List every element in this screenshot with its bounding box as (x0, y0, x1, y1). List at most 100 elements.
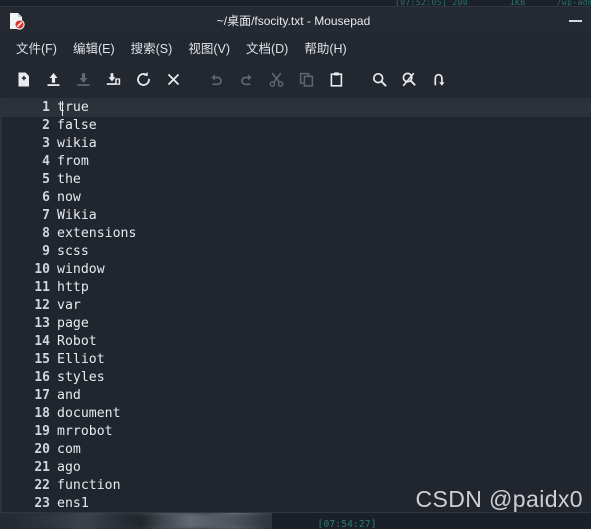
cut-icon[interactable] (261, 65, 291, 95)
line-text[interactable]: and (56, 387, 81, 405)
new-document-icon[interactable] (8, 65, 38, 95)
editor-line[interactable]: 13 page (2, 315, 591, 333)
line-text[interactable]: the (56, 171, 81, 189)
goto-line-icon[interactable] (424, 65, 454, 95)
line-number: 6 (42, 190, 50, 205)
editor-line[interactable]: 2 false (2, 117, 591, 135)
search-icon[interactable] (364, 65, 394, 95)
line-number: 1 (42, 100, 50, 115)
line-number: 12 (34, 298, 50, 313)
close-icon[interactable] (158, 65, 188, 95)
open-file-icon[interactable] (38, 65, 68, 95)
save-as-icon[interactable] (98, 65, 128, 95)
line-number: 14 (34, 334, 50, 349)
editor-line[interactable]: 8 extensions (2, 225, 591, 243)
line-text[interactable]: styles (56, 369, 105, 387)
text-caret (62, 101, 63, 116)
background-blurred-image-overlay (0, 513, 272, 529)
copy-icon[interactable] (291, 65, 321, 95)
line-number: 19 (34, 424, 50, 439)
menu-help[interactable]: 帮助(H) (296, 35, 354, 60)
menu-document[interactable]: 文档(D) (238, 35, 296, 60)
editor-line[interactable]: 20 com (2, 441, 591, 459)
line-text[interactable]: mrrobot (56, 423, 113, 441)
editor-line[interactable]: 1 true (2, 99, 591, 117)
undo-icon[interactable] (201, 65, 231, 95)
editor-line[interactable]: 23 ens1 (2, 495, 591, 512)
toolbar-separator (188, 65, 201, 95)
line-text[interactable]: window (56, 261, 105, 279)
editor-line[interactable]: 9 scss (2, 243, 591, 261)
line-text[interactable]: function (56, 477, 121, 495)
line-text[interactable]: wikia (56, 135, 97, 153)
editor-line[interactable]: 16 styles (2, 369, 591, 387)
line-number: 7 (42, 208, 50, 223)
window-titlebar[interactable]: ~/桌面/fsocity.txt - Mousepad (0, 7, 591, 34)
editor-line[interactable]: 14 Robot (2, 333, 591, 351)
line-number: 15 (34, 352, 50, 367)
line-text[interactable]: from (56, 153, 89, 171)
line-number: 23 (34, 496, 50, 511)
editor-line[interactable]: 5 the (2, 171, 591, 189)
menu-edit[interactable]: 编辑(E) (65, 35, 123, 60)
line-text[interactable]: extensions (56, 225, 136, 243)
paste-icon[interactable] (321, 65, 351, 95)
editor-line[interactable]: 3 wikia (2, 135, 591, 153)
menu-view[interactable]: 视图(V) (180, 35, 238, 60)
line-number: 13 (34, 316, 50, 331)
line-number: 9 (42, 244, 50, 259)
line-text[interactable]: true (56, 99, 89, 117)
editor-line[interactable]: 22 function (2, 477, 591, 495)
background-terminal-line: [07:54:28] 405 2B /xmlrpc.php (282, 520, 383, 529)
line-text[interactable]: false (56, 117, 97, 135)
editor-line[interactable]: 11 http (2, 279, 591, 297)
line-number: 17 (34, 388, 50, 403)
menu-search[interactable]: 搜索(S) (123, 35, 181, 60)
line-text[interactable]: now (56, 189, 81, 207)
line-number: 11 (34, 280, 50, 295)
editor-line[interactable]: 10 window (2, 261, 591, 279)
editor-line[interactable]: 17 and (2, 387, 591, 405)
line-number: 3 (42, 136, 50, 151)
save-file-icon[interactable] (68, 65, 98, 95)
line-number: 4 (42, 154, 50, 169)
editor-line[interactable]: 7 Wikia (2, 207, 591, 225)
line-number: 22 (34, 478, 50, 493)
line-text[interactable]: http (56, 279, 89, 297)
line-text[interactable]: page (56, 315, 89, 333)
line-text[interactable]: scss (56, 243, 89, 261)
line-number: 8 (42, 226, 50, 241)
find-replace-icon[interactable] (394, 65, 424, 95)
line-number: 18 (34, 406, 50, 421)
line-number: 5 (42, 172, 50, 187)
toolbar (0, 61, 591, 99)
mousepad-window: ~/桌面/fsocity.txt - Mousepad 文件(F) 编辑(E) … (0, 6, 591, 513)
line-text[interactable]: var (56, 297, 81, 315)
editor-line[interactable]: 19 mrrobot (2, 423, 591, 441)
editor-line[interactable]: 4 from (2, 153, 591, 171)
editor-line[interactable]: 15 Elliot (2, 351, 591, 369)
line-text[interactable]: ago (56, 459, 81, 477)
line-text[interactable]: Elliot (56, 351, 105, 369)
menubar: 文件(F) 编辑(E) 搜索(S) 视图(V) 文档(D) 帮助(H) (0, 34, 591, 61)
reload-icon[interactable] (128, 65, 158, 95)
editor-lines[interactable]: 1 true 2 false 3 wikia 4 from 5 the 6 now 7 Wikia 8 ext… (2, 99, 591, 512)
menu-file[interactable]: 文件(F) (8, 35, 65, 60)
line-text[interactable]: com (56, 441, 81, 459)
toolbar-separator (351, 65, 364, 95)
redo-icon[interactable] (231, 65, 261, 95)
editor-line[interactable]: 12 var (2, 297, 591, 315)
line-text[interactable]: ens1 (56, 495, 89, 512)
line-text[interactable]: Robot (56, 333, 97, 351)
line-number: 10 (34, 262, 50, 277)
window-title: ~/桌面/fsocity.txt - Mousepad (216, 14, 371, 28)
document-with-error-icon (8, 12, 25, 30)
editor-line[interactable]: 18 document (2, 405, 591, 423)
editor-line[interactable]: 21 ago (2, 459, 591, 477)
line-text[interactable]: Wikia (56, 207, 97, 225)
line-number: 21 (34, 460, 50, 475)
text-editor-area[interactable]: 1 true 2 false 3 wikia 4 from 5 the 6 now 7 Wikia 8 ext… (0, 99, 591, 512)
minimize-button[interactable] (569, 13, 591, 29)
line-text[interactable]: document (56, 405, 121, 423)
editor-line[interactable]: 6 now (2, 189, 591, 207)
